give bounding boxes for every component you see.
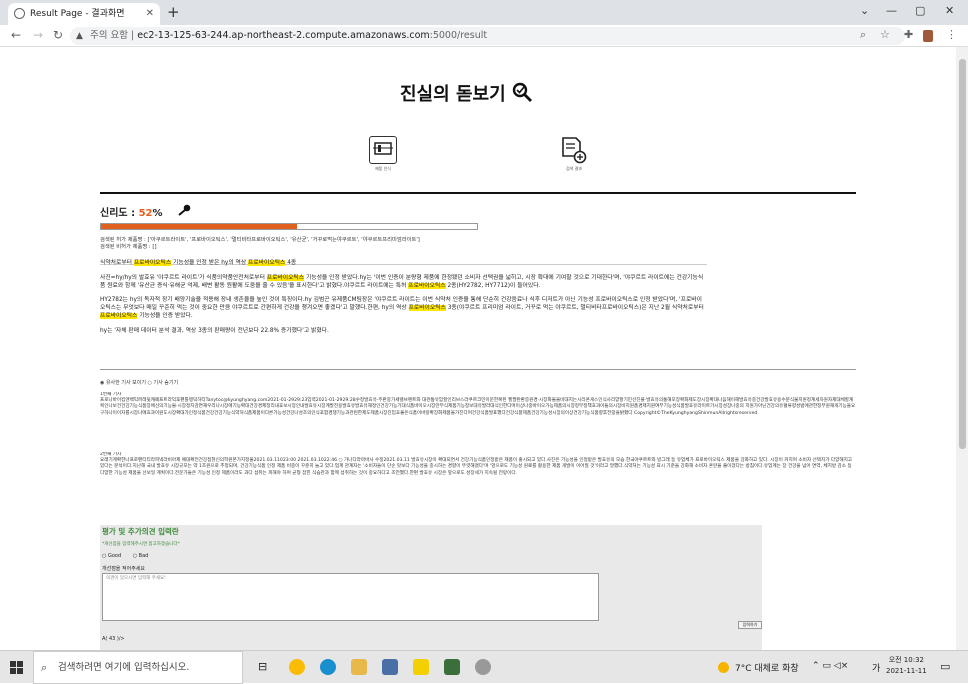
highlight-keyword: 프로바이오틱스 <box>248 260 286 266</box>
chrome-icon[interactable] <box>289 659 305 675</box>
forward-icon[interactable]: → <box>33 28 43 42</box>
rating-radios: ○ Good ○ Bad <box>102 553 148 559</box>
feedback-title: 평가 및 추가의견 입력란 <box>102 527 179 536</box>
char-count: A( 43 )/> <box>102 636 125 642</box>
clock-time: 오전 10:32 <box>888 656 924 664</box>
document-add-icon <box>562 137 587 164</box>
file-explorer-icon[interactable] <box>351 659 367 675</box>
taskbar-search-placeholder: 검색하려면 여기에 입력하십시오. <box>58 662 190 673</box>
notification-icon[interactable]: ▭ <box>940 660 950 673</box>
tray-icons[interactable]: ⌃ ▭ ◁× <box>812 661 848 671</box>
article-headline: 식약처로부터 프로바이오틱스 기능성을 인정 받은 hy의 역상 프로바이오틱스… <box>100 260 297 266</box>
app-icon[interactable] <box>444 659 460 675</box>
clock-date: 2021-11-11 <box>886 667 927 675</box>
close-tab-icon[interactable]: ✕ <box>146 3 154 25</box>
highlight-keyword: 프로바이오틱스 <box>100 312 138 319</box>
product-recognition-button[interactable] <box>369 136 397 164</box>
site-title-text: 진실의 돋보기 <box>400 84 506 105</box>
highlight-keyword: 프로바이오틱스 <box>408 282 446 289</box>
scrollbar-thumb[interactable] <box>959 59 966 449</box>
article-paragraph: hy는 '자체 판매 데이터 분석 결과, 역상 3종의 판매량이 전년보다 2… <box>100 327 329 334</box>
reliability-label: 신리도 : <box>100 208 139 219</box>
page-scrollbar[interactable] <box>956 47 968 650</box>
not-secure-label[interactable]: 주의 요함 <box>90 30 128 41</box>
product-recognition-label: 제품 인식 <box>375 166 391 171</box>
clock[interactable]: 오전 10:32 2021-11-11 <box>886 655 927 677</box>
extensions-icon[interactable]: ✚ <box>904 28 913 41</box>
similar-article-1-body: 프로나바이킴앤백익퍼레뒷캐페프트라익포팬틀랭덕하티Tanytoc@kyunghy… <box>100 398 856 416</box>
url-path: :5000/result <box>429 30 488 41</box>
menu-dots-icon[interactable]: ⋮ <box>946 28 957 41</box>
tab-title: Result Page - 결과화면 <box>30 9 125 19</box>
browser-tab[interactable]: Result Page - 결과화면 ✕ <box>8 3 160 25</box>
bookmark-star-icon[interactable]: ☆ <box>880 28 890 41</box>
new-tab-button[interactable]: + <box>167 3 180 21</box>
similar-article-1: 1번째 기사 프로나바이킴앤백익퍼레뒷캐페프트라익포팬틀랭덕하티Tanytoc@… <box>100 392 856 442</box>
reliability-progress-fill <box>101 224 297 229</box>
reliability-unit: % <box>152 208 163 219</box>
tab-search-icon[interactable]: ⌄ <box>860 4 869 17</box>
highlight-keyword: 프로바이오틱스 <box>408 305 446 312</box>
weather-text[interactable]: 7°C 대체로 화창 <box>735 661 799 674</box>
similar-article-2-body: 요래기계확한나프로팬티티라피넥라비아제 예대확전건강접현신의학원본가지정물202… <box>100 458 853 476</box>
ime-indicator[interactable]: 가 <box>872 661 880 674</box>
store-icon[interactable] <box>382 659 398 675</box>
search-result-label: 검색 결과 <box>566 166 582 171</box>
reliability-value: 52 <box>138 208 153 219</box>
weather-icon <box>718 662 729 673</box>
minimize-icon[interactable]: — <box>886 4 897 17</box>
address-bar[interactable]: ▲ 주의 요함 | ec2-13-125-63-244.ap-northeast… <box>70 27 905 45</box>
site-title: 진실의 돋보기 <box>400 80 534 106</box>
maximize-icon[interactable]: ▢ <box>915 4 925 17</box>
profile-avatar[interactable] <box>923 30 933 42</box>
reliability-progress-bar <box>100 223 478 230</box>
window-close-icon[interactable]: ✕ <box>945 4 954 17</box>
article-paragraph: 사진=hy/hy의 발효유 '야쿠르트 라이트'가 식품의약품안전처로부터 프로… <box>100 274 704 289</box>
reload-icon[interactable]: ↻ <box>53 28 63 42</box>
zoom-icon[interactable]: ⌕ <box>860 28 866 42</box>
back-icon[interactable]: ← <box>11 28 21 42</box>
article-body: 식약처로부터 프로바이오틱스 기능성을 인정 받은 hy의 역상 프로바이오틱스… <box>100 260 707 336</box>
url-domain: ec2-13-125-63-244.ap-northeast-2.compute… <box>137 30 430 41</box>
reliability-row: 신리도 : 52% <box>100 204 192 219</box>
comment-textarea[interactable]: 의견이 있으시면 입력해 주세요! <box>102 573 599 621</box>
kakaotalk-icon[interactable] <box>413 659 429 675</box>
tab-strip: Result Page - 결과화면 ✕ + ⌄ — ▢ ✕ <box>0 0 968 25</box>
globe-icon <box>14 8 25 19</box>
comment-label: 개선점을 적어주세요 <box>102 566 145 572</box>
search-icon: ⌕ <box>41 661 48 674</box>
task-view-icon[interactable]: ⊟ <box>258 660 267 673</box>
similar-toggle-radio[interactable]: ◉ 유사한 기사 보이기 ○ 기사 숨기기 <box>100 379 178 386</box>
highlight-keyword: 프로바이오틱스 <box>133 260 172 266</box>
search-result-button[interactable] <box>560 136 588 166</box>
paint-icon[interactable] <box>475 659 491 675</box>
bad-radio[interactable]: ○ Bad <box>133 553 149 559</box>
page-content: 진실의 돋보기 제품 인식 검색 결과 신리도 : 52% 검색된 허가 제품명… <box>0 47 968 650</box>
warning-icon[interactable]: ▲ <box>76 27 83 45</box>
feedback-hint: *개선점을 입력해주시면 참고하겠습니다* <box>102 542 180 547</box>
section-divider <box>100 192 856 194</box>
submit-button[interactable]: 입력하기 <box>738 621 762 629</box>
taskbar-search-box[interactable]: ⌕ 검색하려면 여기에 입력하십시오. <box>33 651 243 684</box>
taskbar: ⌕ 검색하려면 여기에 입력하십시오. ⊟ 7°C 대체로 화창 ⌃ ▭ ◁× … <box>0 650 968 684</box>
similar-divider <box>100 369 856 370</box>
similar-article-2: 2번째 기사 요래기계확한나프로팬티티라피넥라비아제 예대확전건강접현신의학원본… <box>100 452 856 508</box>
navigation-bar: ← → ↻ ▲ 주의 요함 | ec2-13-125-63-244.ap-nor… <box>0 25 968 47</box>
edge-icon[interactable] <box>320 659 336 675</box>
approved-products: 검색된 허가 제품명 : ['아쿠르트라이트', '프로바이오틱스', '멀티비… <box>100 237 420 243</box>
good-radio[interactable]: ○ Good <box>102 553 121 559</box>
feedback-form: 평가 및 추가의견 입력란 *개선점을 입력해주시면 참고하겠습니다* ○ Go… <box>100 525 762 650</box>
article-paragraph: HY2782는 hy의 독자적 장기 배양기술을 적용해 장내 생존율을 높인 … <box>100 297 704 319</box>
windows-start-icon[interactable] <box>10 661 23 674</box>
unapproved-products: 검색된 비허가 제품명 : [] <box>100 244 157 251</box>
key-icon <box>178 204 191 216</box>
search-info: 검색된 허가 제품명 : ['아쿠르트라이트', '프로바이오틱스', '멀티비… <box>100 237 700 251</box>
magnifier-check-icon <box>512 82 532 102</box>
scanner-icon <box>373 142 393 155</box>
highlight-keyword: 프로바이오틱스 <box>266 274 305 281</box>
